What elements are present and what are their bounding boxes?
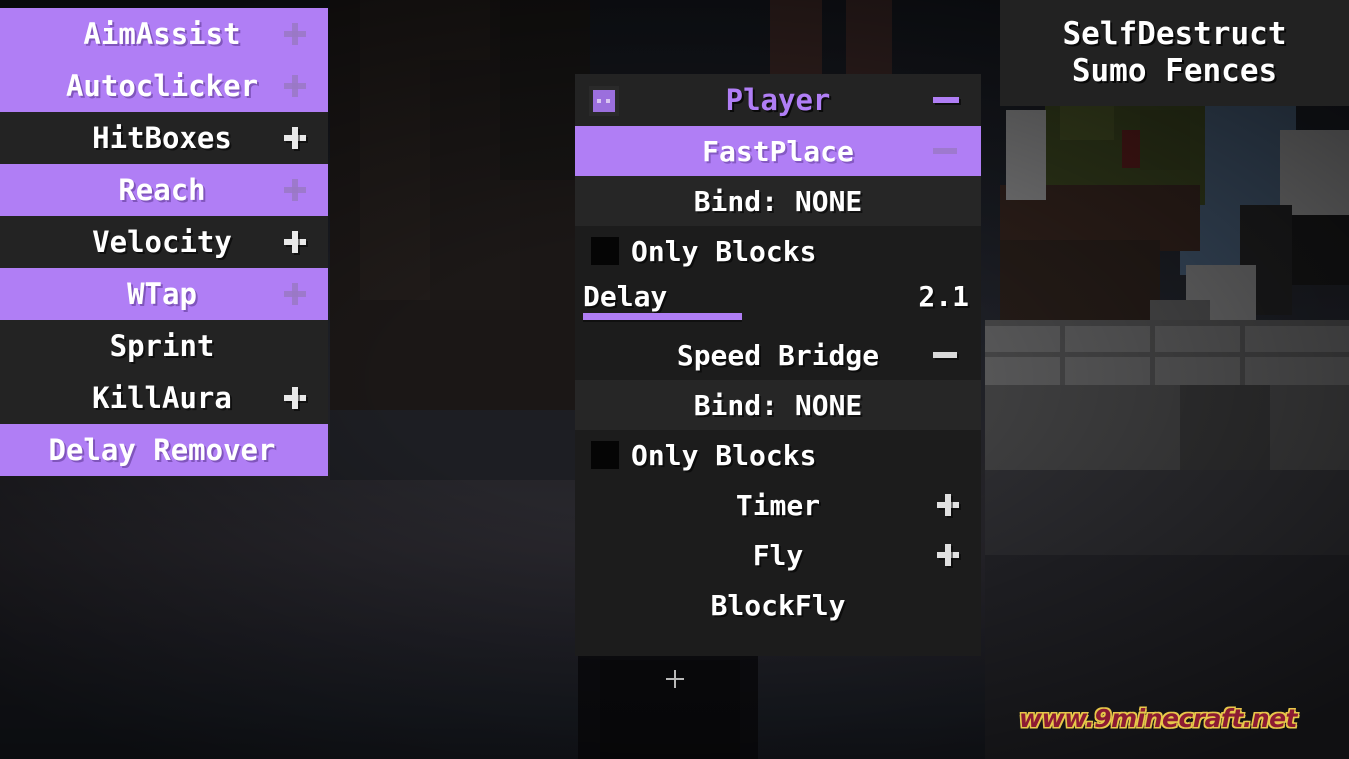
- plus-icon[interactable]: [284, 23, 306, 45]
- plus-icon[interactable]: [937, 494, 959, 516]
- module-label: Reach: [118, 172, 206, 207]
- slider-value: 2.1: [918, 279, 969, 313]
- setting-label: Speed Bridge: [676, 338, 880, 372]
- site-watermark: www.9minecraft.net: [1019, 704, 1298, 733]
- bind-label: Bind: NONE: [693, 388, 863, 422]
- player-settings-window[interactable]: Player FastPlace Bind: NONE Only Blocks …: [575, 74, 981, 656]
- player-window-title: Player: [725, 83, 831, 117]
- player-window-header[interactable]: Player: [575, 74, 981, 126]
- minus-icon[interactable]: [933, 148, 957, 154]
- minus-icon[interactable]: [933, 97, 959, 103]
- crosshair-icon: [666, 670, 684, 688]
- setting-row-fly[interactable]: Fly: [575, 530, 981, 580]
- setting-row-speed-bridge[interactable]: Speed Bridge: [575, 330, 981, 380]
- module-label: AimAssist: [83, 16, 241, 51]
- module-row-wtap[interactable]: WTap: [0, 268, 328, 320]
- module-row-aimassist[interactable]: AimAssist: [0, 8, 328, 60]
- setting-label: Timer: [735, 488, 821, 522]
- checkbox-icon[interactable]: [591, 441, 619, 469]
- server-info-panel: SelfDestruct Sumo Fences: [1000, 0, 1349, 106]
- module-row-delay-remover[interactable]: Delay Remover: [0, 424, 328, 476]
- setting-label: BlockFly: [710, 588, 846, 622]
- setting-label: Fly: [752, 538, 804, 572]
- plus-icon[interactable]: [284, 283, 306, 305]
- minus-icon[interactable]: [933, 352, 957, 358]
- player-head-icon: [589, 86, 619, 116]
- module-row-autoclicker[interactable]: Autoclicker: [0, 60, 328, 112]
- bind-label: Bind: NONE: [693, 184, 863, 218]
- plus-icon[interactable]: [937, 544, 959, 566]
- module-row-killaura[interactable]: KillAura: [0, 372, 328, 424]
- setting-row-blockfly[interactable]: BlockFly: [575, 580, 981, 630]
- server-info-line-2: Sumo Fences: [1071, 53, 1278, 89]
- slider-track[interactable]: [583, 313, 971, 320]
- slider-fill: [583, 313, 743, 320]
- module-label: HitBoxes: [92, 120, 232, 155]
- setting-row-fastplace-bind[interactable]: Bind: NONE: [575, 176, 981, 226]
- plus-icon[interactable]: [284, 127, 306, 149]
- server-info-line-1: SelfDestruct: [1062, 16, 1287, 53]
- module-row-velocity[interactable]: Velocity: [0, 216, 328, 268]
- setting-row-delay-slider[interactable]: Delay 2.1: [575, 276, 981, 330]
- module-label: Sprint: [109, 328, 215, 363]
- module-row-hitboxes[interactable]: HitBoxes: [0, 112, 328, 164]
- module-label: Delay Remover: [48, 432, 276, 467]
- plus-icon[interactable]: [284, 231, 306, 253]
- module-label: KillAura: [92, 380, 232, 415]
- module-label: WTap: [127, 276, 197, 311]
- plus-icon[interactable]: [284, 75, 306, 97]
- slider-label: Delay: [583, 279, 668, 313]
- module-row-reach[interactable]: Reach: [0, 164, 328, 216]
- setting-row-timer[interactable]: Timer: [575, 480, 981, 530]
- setting-row-speed-bridge-bind[interactable]: Bind: NONE: [575, 380, 981, 430]
- module-row-sprint[interactable]: Sprint: [0, 320, 328, 372]
- setting-row-fastplace-onlyblocks[interactable]: Only Blocks: [575, 226, 981, 276]
- setting-row-speed-bridge-onlyblocks[interactable]: Only Blocks: [575, 430, 981, 480]
- checkbox-label: Only Blocks: [631, 234, 817, 268]
- plus-icon[interactable]: [284, 387, 306, 409]
- checkbox-label: Only Blocks: [631, 438, 817, 472]
- module-label: Velocity: [92, 224, 232, 259]
- setting-label: FastPlace: [702, 134, 854, 168]
- module-list-panel[interactable]: AimAssist Autoclicker HitBoxes Reach Vel…: [0, 8, 328, 476]
- plus-icon[interactable]: [284, 179, 306, 201]
- checkbox-icon[interactable]: [591, 237, 619, 265]
- module-label: Autoclicker: [65, 68, 259, 103]
- setting-row-fastplace[interactable]: FastPlace: [575, 126, 981, 176]
